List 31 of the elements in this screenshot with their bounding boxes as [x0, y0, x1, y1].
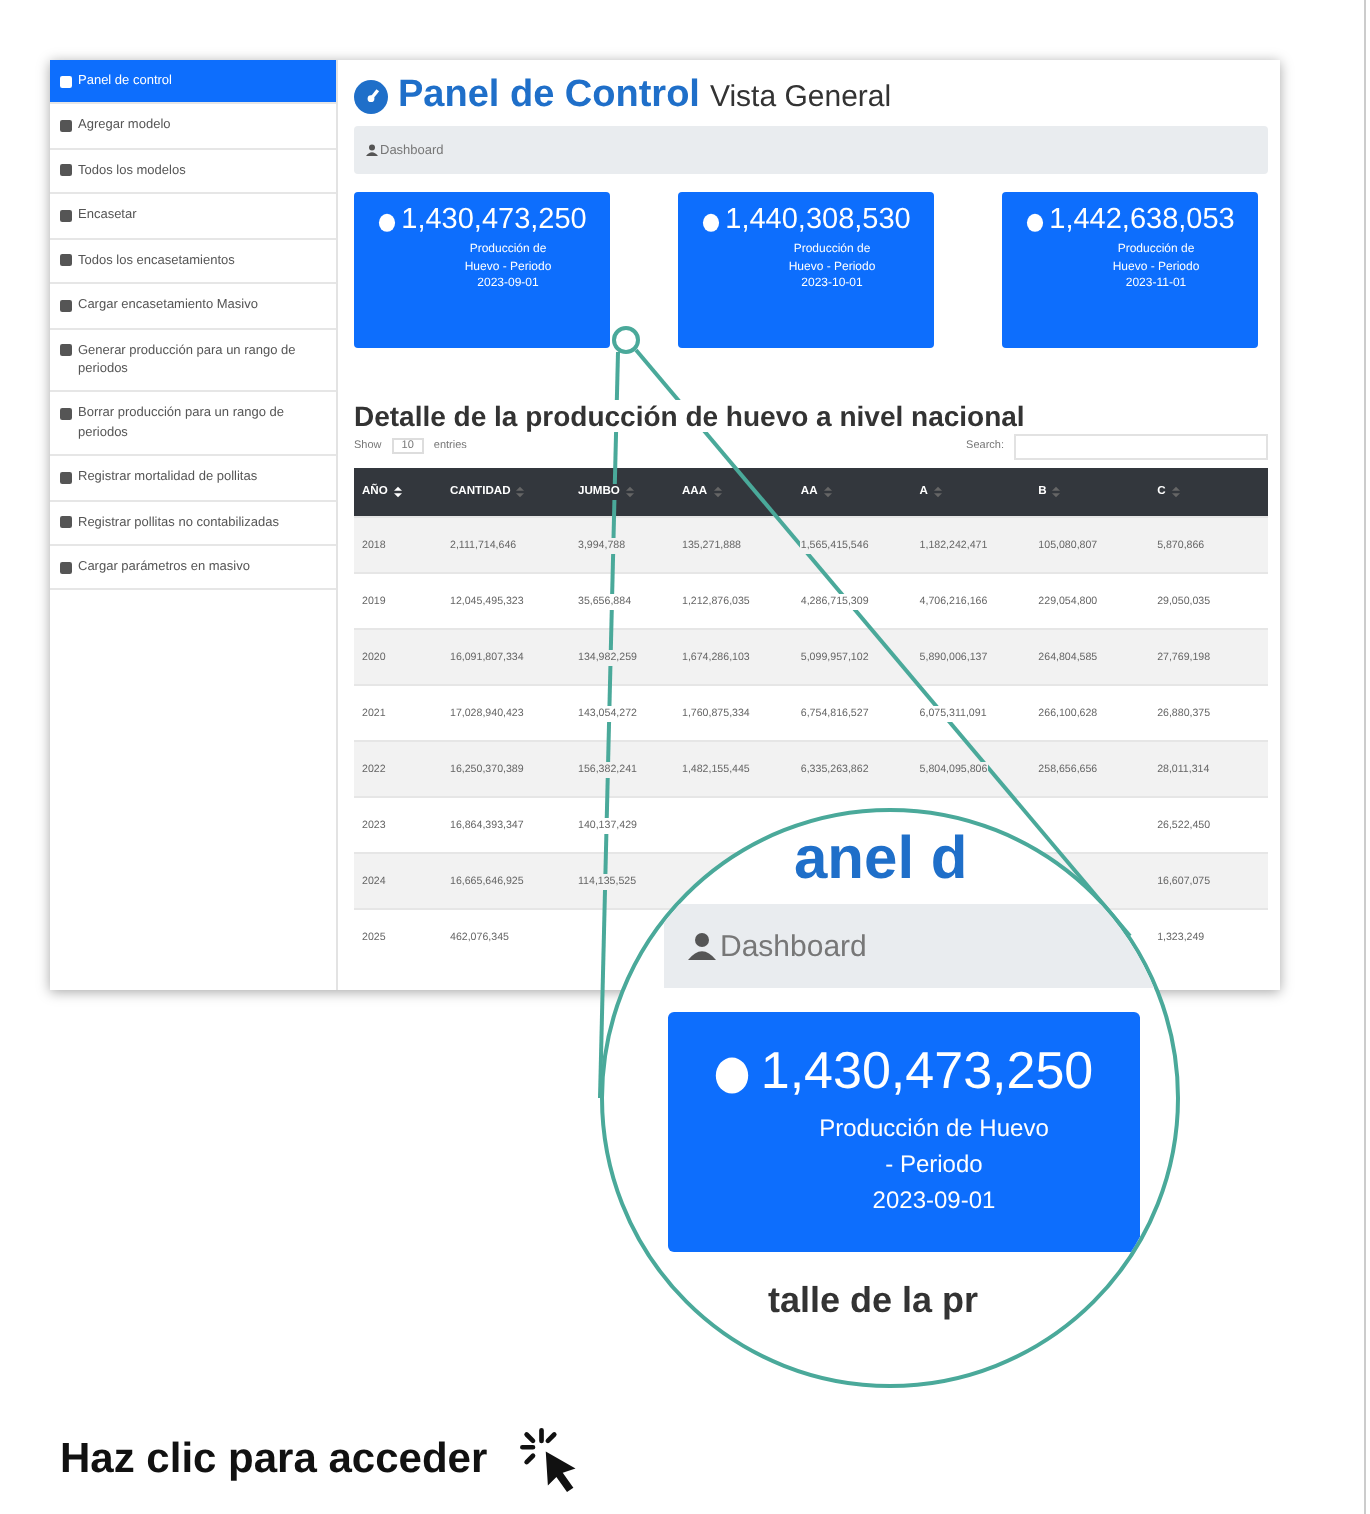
- breadcrumb-text: Dashboard: [720, 929, 867, 963]
- square-icon: [60, 516, 72, 529]
- user-icon: [366, 144, 378, 156]
- square-icon: [60, 561, 72, 574]
- stat-caption: Producción de Huevo - Periodo: [817, 1112, 1051, 1182]
- square-icon: [60, 407, 72, 420]
- square-icon: [60, 254, 72, 267]
- stat-value: 1,440,308,530: [725, 204, 911, 236]
- stat-value: 1,430,473,250: [760, 1040, 1094, 1102]
- egg-icon: [1025, 209, 1044, 231]
- square-icon: [60, 209, 72, 222]
- call-to-action[interactable]: Haz clic para acceder: [60, 1436, 488, 1484]
- square-icon: [60, 471, 72, 484]
- magnified-title: anel d: [794, 828, 968, 892]
- gauge-icon: [354, 79, 388, 113]
- square-icon: [60, 344, 72, 357]
- square-icon: [60, 119, 72, 132]
- page-subtitle: Vista General: [709, 79, 892, 113]
- stat-date: 2023-09-01: [872, 1184, 996, 1218]
- egg-icon: [701, 209, 720, 231]
- lens-anchor-circle: [612, 326, 640, 354]
- stat-value: 1,442,638,053: [1049, 204, 1235, 236]
- user-icon: [688, 932, 716, 960]
- square-icon: [60, 75, 72, 87]
- page-title: Panel de Control: [398, 74, 700, 118]
- egg-icon: [377, 209, 396, 231]
- search-field[interactable]: [1014, 433, 1268, 459]
- square-icon: [60, 299, 72, 312]
- square-icon: [60, 164, 72, 177]
- stat-value: 1,430,473,250: [401, 204, 587, 236]
- magnified-heading: talle de la pr: [768, 1280, 979, 1322]
